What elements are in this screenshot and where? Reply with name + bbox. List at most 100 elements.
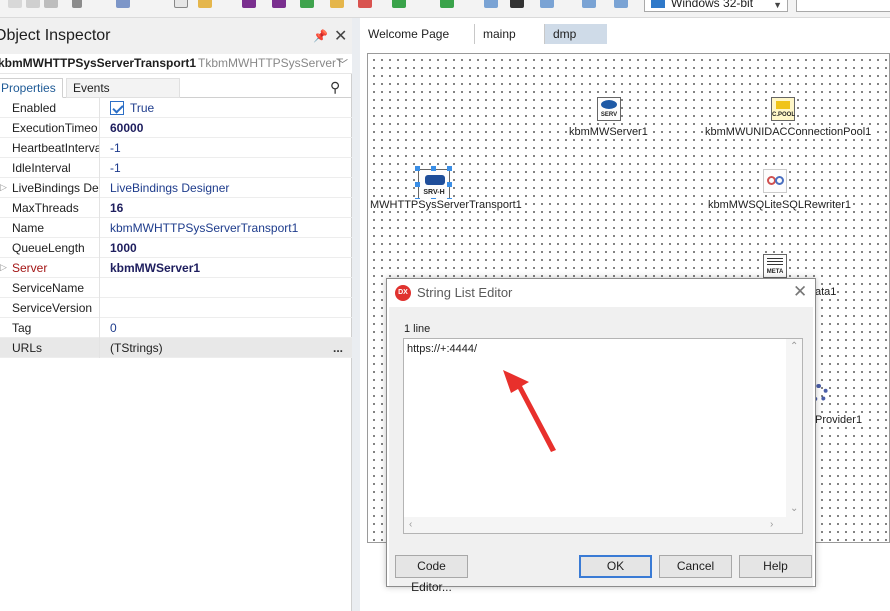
property-row-serviceversion[interactable]: ServiceVersion xyxy=(0,298,352,318)
property-row-enabled[interactable]: Enabled True xyxy=(0,98,352,118)
string-list-text[interactable]: https://+:4444/ xyxy=(407,343,477,355)
property-name: MaxThreads xyxy=(12,201,79,215)
property-row-servicename[interactable]: ServiceName xyxy=(0,278,352,298)
selection-handle[interactable] xyxy=(415,182,420,187)
property-value[interactable]: LiveBindings Designer xyxy=(110,181,229,195)
save-icon[interactable] xyxy=(242,0,256,8)
enabled-checkbox[interactable] xyxy=(110,101,124,115)
property-row-queuelength[interactable]: QueueLength 1000 xyxy=(0,238,352,258)
scroll-down-icon[interactable]: ⌄ xyxy=(790,503,798,514)
close-icon[interactable]: ✕ xyxy=(793,282,807,302)
stop-icon[interactable] xyxy=(510,0,524,8)
property-name: Name xyxy=(12,221,45,235)
property-name: QueueLength xyxy=(12,241,85,255)
property-value[interactable]: kbmMWHTTPSysServerTransport1 xyxy=(110,221,298,235)
property-name: IdleInterval xyxy=(12,161,71,175)
horizontal-scrollbar[interactable]: ‹ › xyxy=(404,517,802,533)
property-value[interactable]: 1000 xyxy=(110,241,137,255)
property-name: ExecutionTimeo xyxy=(12,121,98,135)
expand-arrow-icon[interactable]: ▷ xyxy=(0,182,7,193)
selection-handle[interactable] xyxy=(447,182,452,187)
selection-handle[interactable] xyxy=(447,166,452,171)
property-value[interactable]: 16 xyxy=(110,201,123,215)
close-icon[interactable]: ✕ xyxy=(334,26,347,46)
property-row-idleinterval[interactable]: IdleInterval -1 xyxy=(0,158,352,178)
run-icon[interactable] xyxy=(392,0,406,8)
object-inspector-panel: Object Inspector 📌 ✕ kbmMWHTTPSysServerT… xyxy=(0,18,352,611)
property-value[interactable]: -1 xyxy=(110,161,121,175)
new-file-icon[interactable] xyxy=(8,0,22,8)
toolbar-search-input[interactable] xyxy=(796,0,890,12)
string-list-textarea[interactable]: https://+:4444/ ⌃ ⌄ ‹ › xyxy=(403,338,803,534)
inspector-header: Object Inspector 📌 ✕ xyxy=(0,18,352,54)
property-value[interactable]: 0 xyxy=(110,321,117,335)
save-all-icon[interactable] xyxy=(272,0,286,8)
pin-icon[interactable]: 📌 xyxy=(313,29,328,43)
scroll-up-icon[interactable]: ⌃ xyxy=(790,341,798,352)
search-icon[interactable]: ⚲ xyxy=(330,79,340,96)
property-value[interactable]: 60000 xyxy=(110,121,143,135)
column-divider xyxy=(99,178,100,198)
property-row-server[interactable]: ▷ Server kbmMWServer1 xyxy=(0,258,352,278)
trace-icon[interactable] xyxy=(582,0,596,8)
tab-events[interactable]: Events xyxy=(66,78,180,98)
help-button[interactable]: Help xyxy=(739,555,812,578)
server-label: kbmMWServer1 xyxy=(568,126,649,138)
property-value[interactable]: kbmMWServer1 xyxy=(110,261,200,275)
target-platform-label: Windows 32-bit xyxy=(671,0,754,10)
target-platform-select[interactable]: Windows 32-bit ▼ xyxy=(644,0,788,12)
expand-arrow-icon[interactable]: ▷ xyxy=(0,262,7,273)
tab-properties[interactable]: Properties xyxy=(0,78,63,98)
pause-icon[interactable] xyxy=(484,0,498,8)
property-row-urls[interactable]: URLs (TStrings) ... xyxy=(0,338,352,358)
column-divider xyxy=(99,138,100,158)
column-divider xyxy=(99,318,100,338)
step-over-icon[interactable] xyxy=(614,0,628,8)
selection-handle[interactable] xyxy=(431,166,436,171)
column-divider xyxy=(99,118,100,138)
property-value[interactable]: -1 xyxy=(110,141,121,155)
code-editor-button[interactable]: Code Editor... xyxy=(395,555,468,594)
new-icon[interactable] xyxy=(174,0,188,8)
component-name: kbmMWHTTPSysServerTransport1 xyxy=(0,56,197,70)
remove-file-icon[interactable] xyxy=(358,0,372,8)
tab-welcome-page[interactable]: Welcome Page xyxy=(360,24,475,44)
cursor-icon[interactable] xyxy=(72,0,82,8)
ok-button[interactable]: OK xyxy=(579,555,652,578)
inspector-tabs: Properties Events ⚲ xyxy=(0,78,352,98)
component-selector[interactable]: kbmMWHTTPSysServerTransport1 TkbmMWHTTPS… xyxy=(0,54,352,74)
open-folder-icon[interactable] xyxy=(198,0,212,8)
property-row-heartbeatinterval[interactable]: HeartbeatInterva -1 xyxy=(0,138,352,158)
property-name: HeartbeatInterva xyxy=(12,141,100,155)
property-value[interactable]: (TStrings) xyxy=(110,341,163,355)
dialog-titlebar[interactable]: DX String List Editor ✕ xyxy=(387,279,815,307)
tab-mainp[interactable]: mainp xyxy=(475,24,545,44)
component-icon[interactable] xyxy=(116,0,130,8)
refresh-icon[interactable] xyxy=(300,0,314,8)
provider-label: Provider1 xyxy=(814,414,864,426)
copy-icon[interactable] xyxy=(26,0,40,8)
paste-icon[interactable] xyxy=(44,0,58,8)
run-without-debug-icon[interactable] xyxy=(440,0,454,8)
selection-handle[interactable] xyxy=(415,166,420,171)
property-row-livebindings[interactable]: ▷ LiveBindings Des LiveBindings Designer xyxy=(0,178,352,198)
tab-dmp[interactable]: dmp xyxy=(545,24,607,44)
add-file-icon[interactable] xyxy=(330,0,344,8)
property-name: ServiceName xyxy=(12,281,85,295)
property-row-tag[interactable]: Tag 0 xyxy=(0,318,352,338)
vertical-scrollbar[interactable]: ⌃ ⌄ xyxy=(786,339,802,517)
dialog-title: String List Editor xyxy=(417,285,513,300)
transport-icon: SRV-H xyxy=(418,169,450,201)
property-editor-button[interactable]: ... xyxy=(333,341,343,355)
panel-splitter[interactable] xyxy=(352,18,360,611)
property-row-name[interactable]: Name kbmMWHTTPSysServerTransport1 xyxy=(0,218,352,238)
rewriter-icon xyxy=(763,169,787,193)
property-row-executiontimeout[interactable]: ExecutionTimeo 60000 xyxy=(0,118,352,138)
scroll-right-icon[interactable]: › xyxy=(770,519,773,530)
cancel-button[interactable]: Cancel xyxy=(659,555,732,578)
transport-label: MWHTTPSysServerTransport1 xyxy=(369,199,523,211)
scroll-left-icon[interactable]: ‹ xyxy=(409,519,412,530)
property-row-maxthreads[interactable]: MaxThreads 16 xyxy=(0,198,352,218)
step-icon[interactable] xyxy=(540,0,554,8)
chevron-down-icon[interactable]: ﹀ xyxy=(337,56,348,72)
